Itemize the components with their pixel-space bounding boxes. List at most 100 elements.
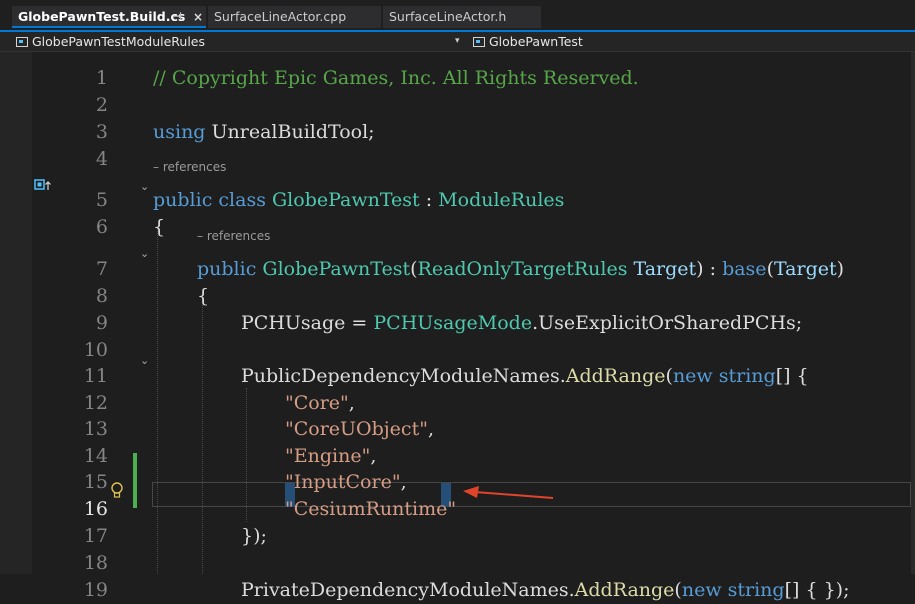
code-token: public [153, 189, 213, 211]
line-number: 10 [83, 339, 108, 361]
code-token: GlobePawnTest [262, 258, 411, 280]
references-codelens[interactable]: – references [153, 160, 226, 174]
code-token: "Engine" [285, 445, 371, 467]
code-token: .UseExplicitOrSharedPCHs; [532, 312, 803, 334]
line-number: 16 [83, 498, 108, 520]
code-token: ( [410, 258, 418, 280]
code-token: ModuleRules [438, 189, 565, 211]
code-token: new [681, 579, 722, 601]
code-line[interactable]: PCHUsage = PCHUsageMode.UseExplicitOrSha… [241, 310, 802, 337]
chevron-down-icon[interactable]: ▾ [455, 32, 460, 51]
tab-globepawntest-build[interactable]: GlobePawnTest.Build.cs ⊣ × [12, 6, 206, 28]
code-token: "CesiumRuntime" [285, 498, 457, 520]
code-token: ) [836, 258, 845, 280]
tab-surfacelineactor-h[interactable]: SurfaceLineActor.h [383, 6, 541, 28]
line-number: 19 [83, 579, 108, 601]
code-token: : [419, 189, 439, 211]
code-line[interactable]: { [153, 214, 165, 241]
type-dropdown[interactable]: GlobePawnTestModuleRules [16, 32, 466, 51]
code-token: Target [773, 258, 837, 280]
line-number: 14 [83, 445, 108, 467]
code-line[interactable]: public class GlobePawnTest : ModuleRules [153, 187, 564, 214]
code-token: "InputCore" [285, 471, 401, 493]
code-line[interactable]: PrivateDependencyModuleNames.AddRange(ne… [241, 577, 850, 604]
indent-guide [202, 294, 203, 574]
code-token: , [370, 445, 377, 467]
line-number: 9 [95, 312, 108, 334]
code-token: Target [633, 258, 697, 280]
code-line[interactable]: "CesiumRuntime" [285, 496, 456, 523]
tab-label: SurfaceLineActor.cpp [214, 9, 347, 24]
line-number: 3 [95, 121, 108, 143]
line-number: 18 [83, 552, 108, 574]
indent-guide [157, 228, 158, 574]
code-token: ReadOnlyTargetRules [417, 258, 628, 280]
code-line[interactable]: // Copyright Epic Games, Inc. All Rights… [153, 65, 639, 92]
line-number: 17 [83, 525, 108, 547]
code-token: ( [665, 365, 673, 387]
lightbulb-icon[interactable] [110, 482, 124, 499]
code-token: UnrealBuildTool; [205, 121, 375, 143]
code-token: PCHUsageMode [373, 312, 533, 334]
code-token: base [722, 258, 767, 280]
navigation-bar: GlobePawnTestModuleRules ▾ GlobePawnTest [0, 32, 915, 52]
line-number: 7 [95, 258, 108, 280]
code-token: string [718, 365, 776, 387]
collapse-icon[interactable]: ⌄ [140, 354, 149, 367]
code-line[interactable]: }); [241, 523, 267, 550]
close-icon[interactable]: × [193, 6, 203, 28]
line-number: 2 [95, 94, 108, 116]
pin-icon[interactable]: ⊣ [172, 6, 182, 28]
type-dropdown-label: GlobePawnTestModuleRules [32, 34, 206, 49]
line-number: 12 [83, 392, 108, 414]
code-token: }); [241, 525, 267, 547]
line-number: 13 [83, 418, 108, 440]
glyph-margin [0, 52, 32, 574]
code-token: GlobePawnTest [272, 189, 420, 211]
code-line[interactable]: "Engine", [285, 443, 376, 470]
line-number: 15 [83, 471, 108, 493]
class-icon [16, 37, 28, 47]
code-token: { [153, 216, 166, 238]
line-number: 1 [95, 67, 108, 89]
code-line[interactable]: using UnrealBuildTool; [153, 119, 375, 146]
references-codelens[interactable]: – references [197, 229, 270, 243]
code-token: // Copyright Epic Games, Inc. All Rights… [153, 67, 639, 89]
code-line[interactable]: "InputCore", [285, 469, 407, 496]
change-indicator [133, 453, 137, 508]
code-token: using [153, 121, 206, 143]
code-token: PublicDependencyModuleNames. [241, 365, 566, 387]
code-token: , [400, 471, 407, 493]
code-token: AddRange [574, 579, 675, 601]
class-icon [473, 37, 485, 47]
tab-surfacelineactor-cpp[interactable]: SurfaceLineActor.cpp [208, 6, 381, 28]
member-dropdown[interactable]: GlobePawnTest [473, 32, 903, 51]
tab-label: GlobePawnTest.Build.cs [18, 9, 186, 24]
code-token: ) : [696, 258, 723, 280]
code-token: [] { [775, 365, 809, 387]
vertical-scrollbar[interactable] [911, 52, 915, 574]
document-tab-bar: GlobePawnTest.Build.cs ⊣ × SurfaceLineAc… [0, 0, 915, 30]
line-number: 11 [83, 365, 108, 387]
code-line[interactable]: public GlobePawnTest(ReadOnlyTargetRules… [197, 256, 844, 283]
code-line[interactable]: "Core", [285, 390, 355, 417]
code-token: AddRange [565, 365, 666, 387]
code-token: , [348, 392, 355, 414]
code-token: "Core" [285, 392, 349, 414]
code-line[interactable]: "CoreUObject", [285, 416, 434, 443]
code-line[interactable]: { [197, 283, 209, 310]
collapse-icon[interactable]: ⌄ [140, 247, 149, 260]
code-token: "CoreUObject" [285, 418, 428, 440]
code-token: public [197, 258, 257, 280]
code-token: string [727, 579, 785, 601]
annotation-arrow [463, 486, 554, 499]
tab-label: SurfaceLineActor.h [389, 9, 507, 24]
code-token: [] { }); [784, 579, 850, 601]
code-editor[interactable]: ⌄ ⌄ ⌄ – references – references 1 // Copy… [0, 52, 915, 601]
overrides-icon[interactable] [34, 179, 52, 191]
member-dropdown-label: GlobePawnTest [489, 34, 583, 49]
collapse-icon[interactable]: ⌄ [140, 180, 149, 193]
code-token: { [197, 285, 210, 307]
code-line[interactable]: PublicDependencyModuleNames.AddRange(new… [241, 363, 809, 390]
code-token: PrivateDependencyModuleNames. [241, 579, 575, 601]
